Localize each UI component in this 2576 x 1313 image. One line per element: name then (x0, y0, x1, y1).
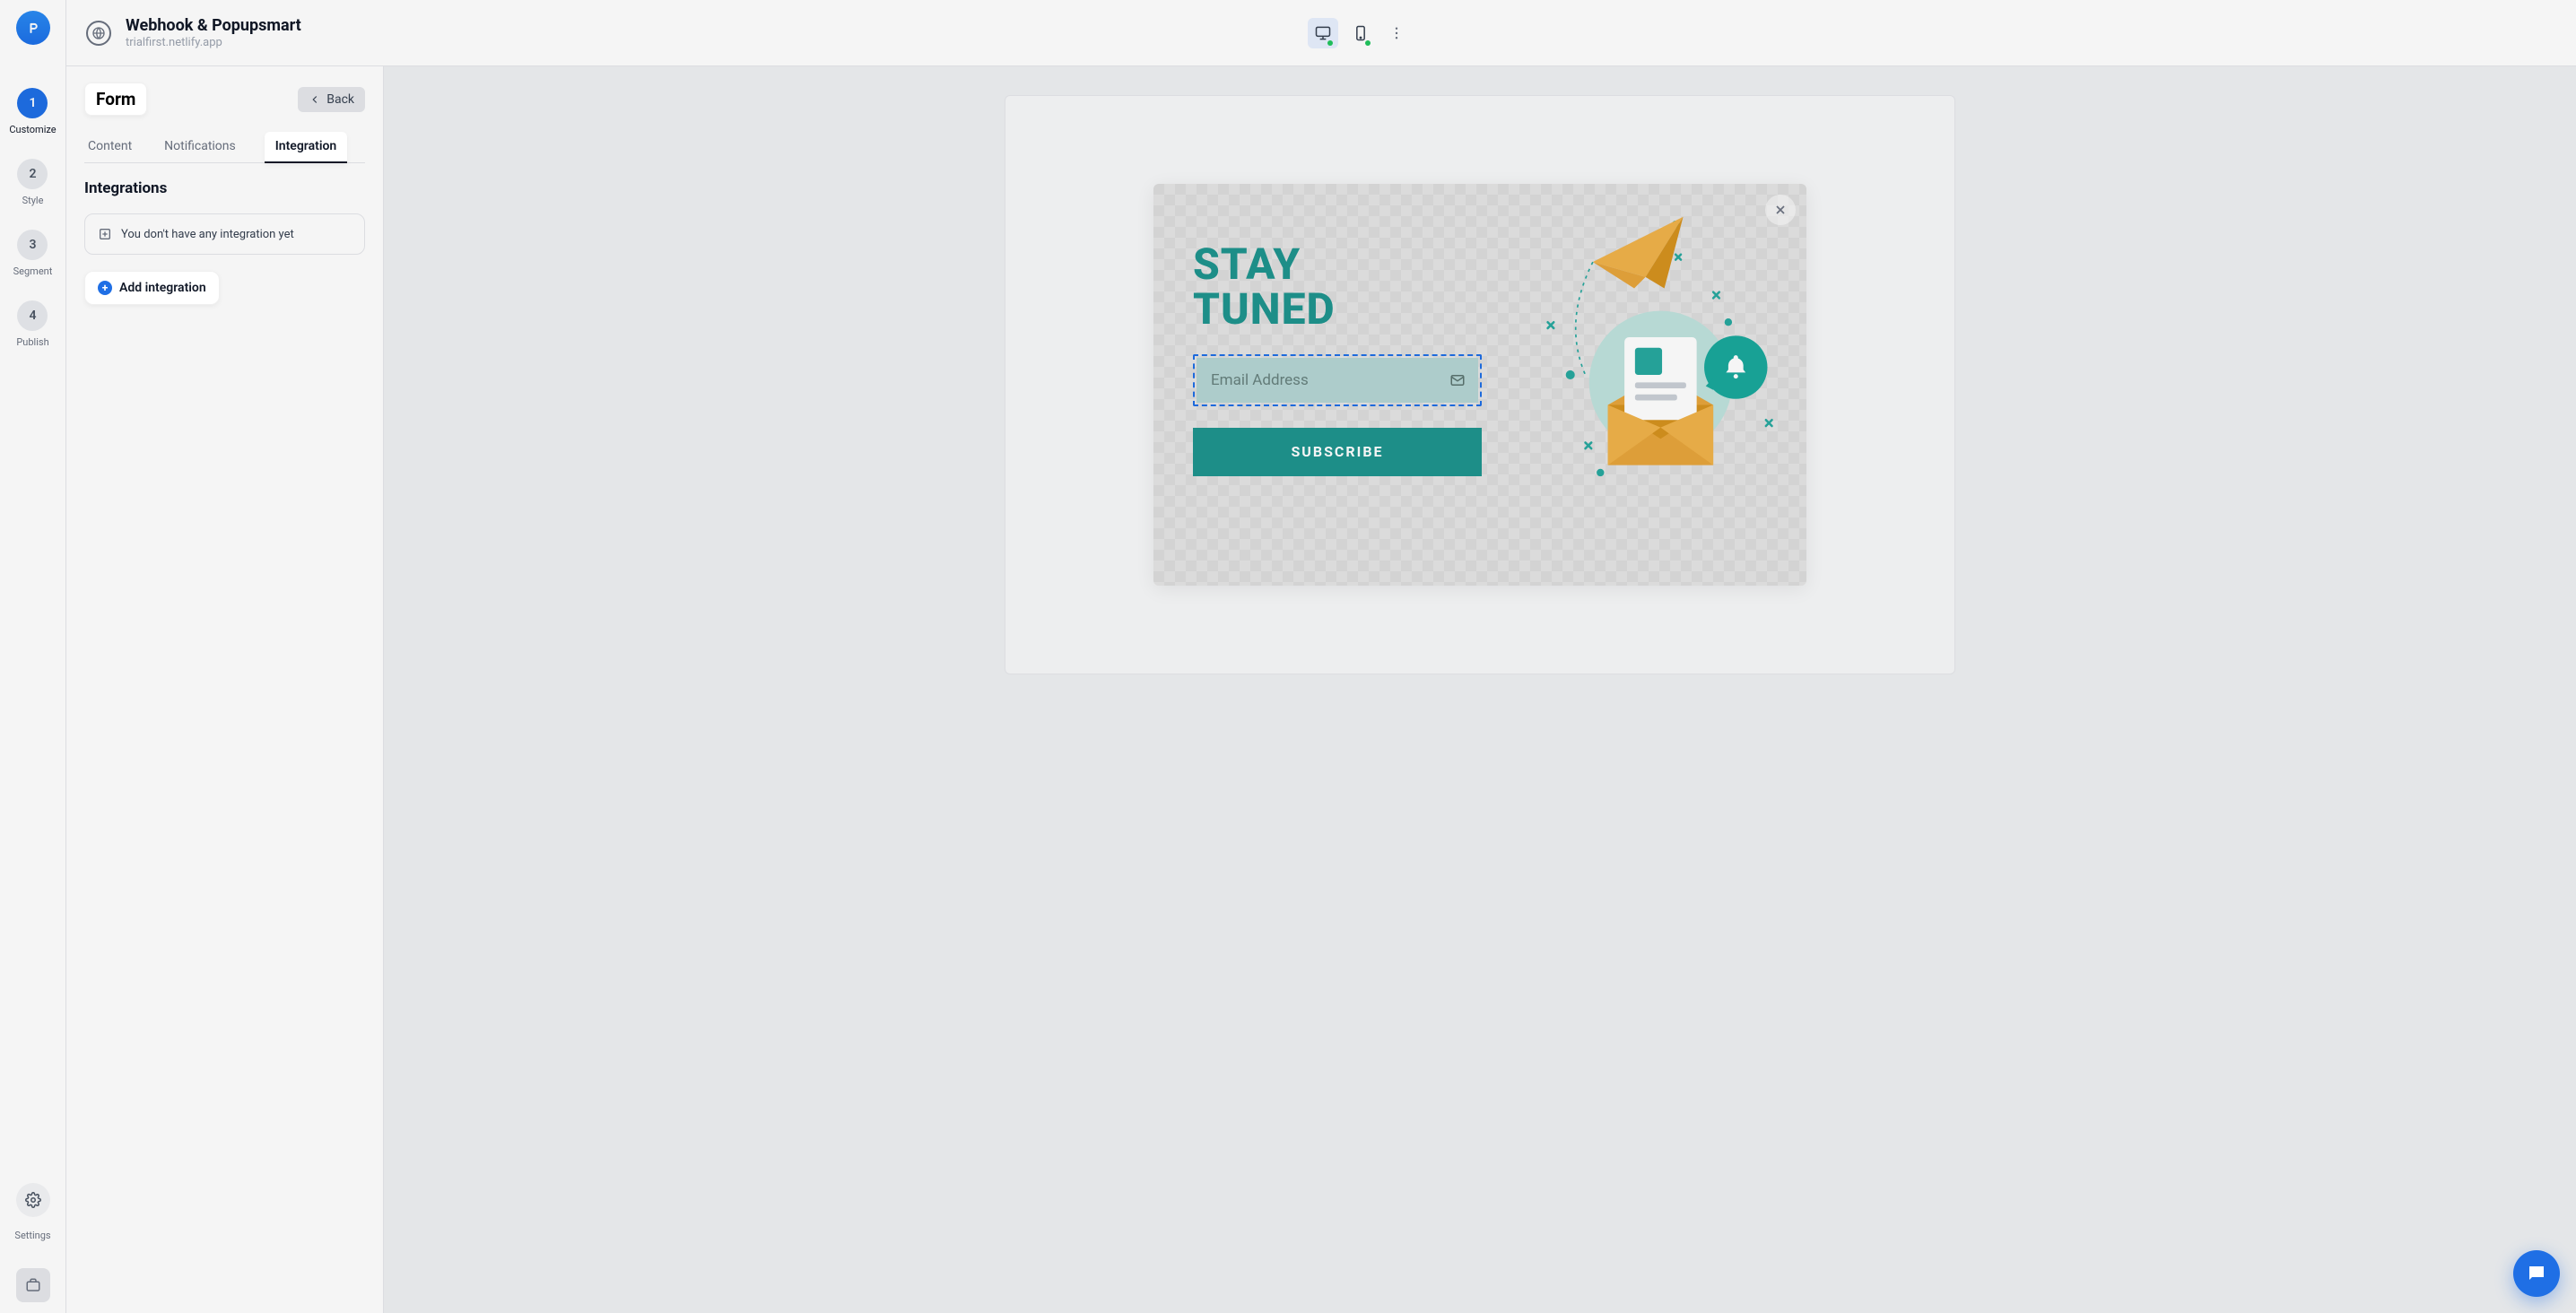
gear-icon (25, 1192, 41, 1208)
device-desktop-button[interactable] (1308, 18, 1338, 48)
integrations-empty-state: You don't have any integration yet (84, 213, 365, 255)
email-input[interactable] (1197, 358, 1478, 403)
logo-p-icon (24, 19, 42, 37)
wizard-step-customize[interactable]: 1 Customize (9, 88, 56, 135)
arrow-left-icon (309, 93, 321, 106)
plus-icon: + (98, 281, 112, 295)
mobile-icon (1352, 24, 1370, 42)
desktop-icon (1314, 24, 1332, 42)
tab-integration[interactable]: Integration (265, 132, 347, 163)
page-title: Webhook & Popupsmart (126, 16, 301, 36)
back-button[interactable]: Back (298, 87, 365, 112)
globe-icon (86, 21, 111, 46)
left-rail: 1 Customize 2 Style 3 Segment 4 Publish … (0, 0, 66, 1313)
step-number: 3 (17, 230, 48, 260)
status-dot (1327, 40, 1333, 46)
step-number: 1 (17, 88, 48, 118)
wizard-step-publish[interactable]: 4 Publish (16, 300, 48, 348)
add-integration-label: Add integration (119, 281, 206, 295)
brand-logo[interactable] (16, 11, 50, 45)
popup-preview: STAY TUNED SUBSCRIBE (1153, 184, 1806, 586)
more-menu-button[interactable] (1383, 20, 1410, 47)
newsletter-illustration-icon (1518, 202, 1788, 503)
status-dot (1365, 40, 1371, 46)
settings-button[interactable] (16, 1183, 50, 1217)
panel-tabs: Content Notifications Integration (84, 132, 365, 163)
integration-icon (98, 227, 112, 241)
chat-fab[interactable] (2513, 1250, 2560, 1297)
panel-title: Form (84, 83, 147, 116)
popup-title: STAY TUNED (1193, 243, 1482, 333)
step-label: Segment (13, 265, 53, 277)
more-vertical-icon (1388, 25, 1405, 41)
device-mobile-button[interactable] (1345, 18, 1376, 48)
wizard-steps: 1 Customize 2 Style 3 Segment 4 Publish (9, 88, 56, 348)
step-label: Customize (9, 124, 56, 135)
subscribe-button[interactable]: SUBSCRIBE (1193, 428, 1482, 476)
tab-content[interactable]: Content (84, 132, 135, 162)
briefcase-button[interactable] (16, 1268, 50, 1302)
form-side-panel: Form Back Content Notifications Integrat… (66, 66, 384, 1313)
chat-icon (2526, 1263, 2547, 1284)
briefcase-icon (25, 1277, 41, 1293)
step-number: 2 (17, 159, 48, 189)
canvas-frame: STAY TUNED SUBSCRIBE (1005, 95, 1955, 674)
wizard-step-segment[interactable]: 3 Segment (13, 230, 53, 277)
preview-canvas: STAY TUNED SUBSCRIBE (384, 66, 2576, 1313)
page-title-block: Webhook & Popupsmart trialfirst.netlify.… (126, 16, 301, 49)
page-url: trialfirst.netlify.app (126, 36, 301, 50)
add-integration-button[interactable]: + Add integration (84, 271, 220, 305)
back-label: Back (326, 92, 354, 107)
popup-left: STAY TUNED SUBSCRIBE (1153, 184, 1518, 586)
empty-message: You don't have any integration yet (121, 228, 294, 241)
email-input-wrap[interactable] (1193, 354, 1482, 406)
popup-illustration (1518, 184, 1806, 586)
step-number: 4 (17, 300, 48, 331)
integrations-heading: Integrations (84, 179, 365, 197)
top-bar: Webhook & Popupsmart trialfirst.netlify.… (66, 0, 2576, 66)
settings-label: Settings (14, 1230, 50, 1241)
tab-notifications[interactable]: Notifications (161, 132, 239, 162)
mail-icon (1449, 372, 1466, 388)
wizard-step-style[interactable]: 2 Style (17, 159, 48, 206)
step-label: Style (22, 195, 44, 206)
step-label: Publish (16, 336, 48, 348)
